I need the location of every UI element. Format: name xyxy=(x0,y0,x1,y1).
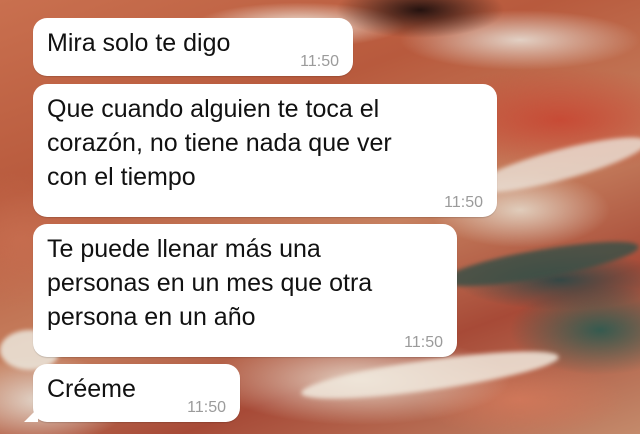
message-line: Te puede llenar más una xyxy=(47,235,321,263)
message-line: Que cuando alguien te toca el xyxy=(47,95,380,123)
chat-area[interactable]: Mira solo te digo 11:50 Que cuando algui… xyxy=(0,0,640,434)
message-text: Créeme xyxy=(47,372,136,406)
message-timestamp: 11:50 xyxy=(187,399,226,416)
message-bubble[interactable]: Que cuando alguien te toca el corazón, n… xyxy=(33,84,497,217)
message-timestamp: 11:50 xyxy=(300,53,339,70)
message-text: Te puede llenar más una personas en un m… xyxy=(47,232,372,334)
message-bubble[interactable]: Te puede llenar más una personas en un m… xyxy=(33,224,457,357)
message-bubble[interactable]: Mira solo te digo 11:50 xyxy=(33,18,353,76)
message-timestamp: 11:50 xyxy=(444,194,483,211)
bubble-tail xyxy=(24,408,38,422)
message-timestamp: 11:50 xyxy=(404,334,443,351)
message-line: persona en un año xyxy=(47,303,256,331)
message-text: Mira solo te digo xyxy=(47,26,230,60)
message-line: personas en un mes que otra xyxy=(47,269,373,297)
message-line: Créeme xyxy=(47,375,136,403)
message-line: con el tiempo xyxy=(47,163,196,191)
message-line: corazón, no tiene nada que ver xyxy=(47,129,392,157)
message-text: Que cuando alguien te toca el corazón, n… xyxy=(47,92,392,194)
message-bubble[interactable]: Créeme 11:50 xyxy=(24,364,240,422)
message-line: Mira solo te digo xyxy=(47,29,231,57)
